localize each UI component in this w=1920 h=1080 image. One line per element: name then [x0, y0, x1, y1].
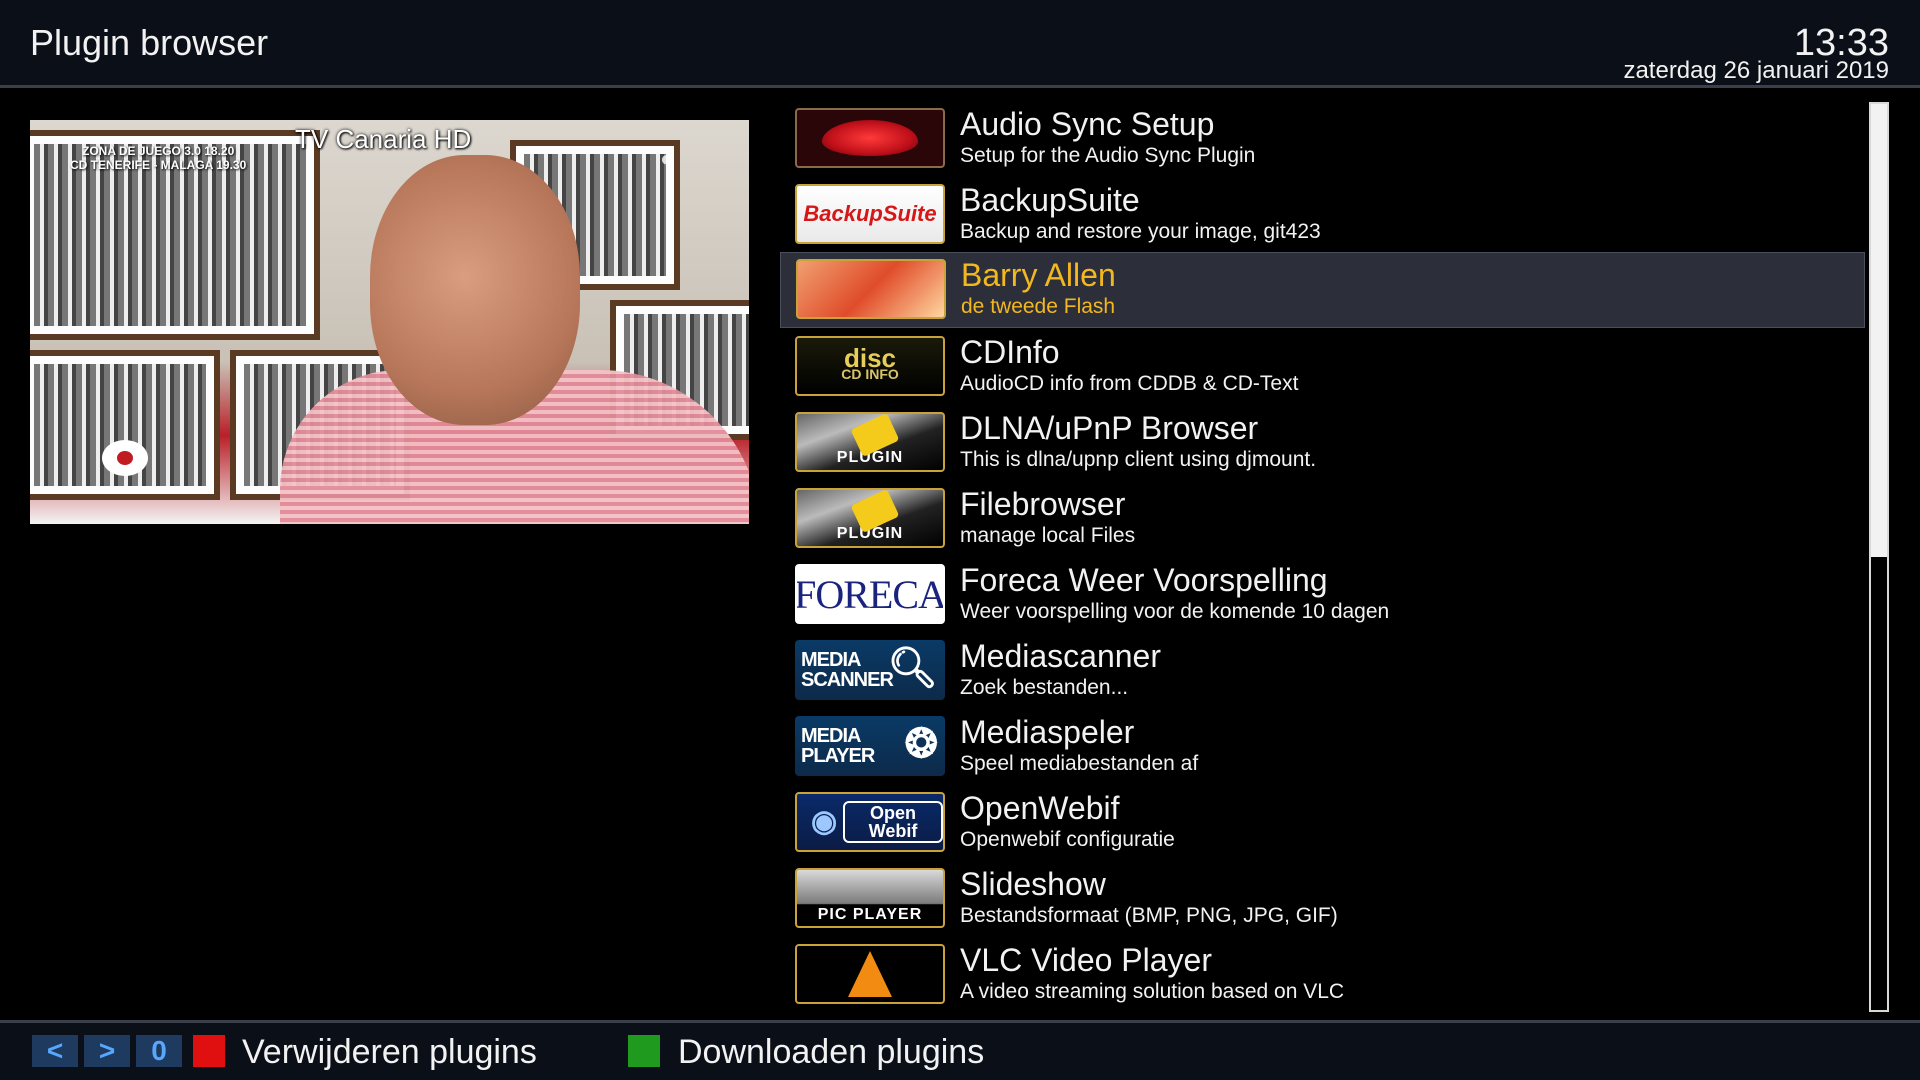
- overlay-line: CD TENERIFE - MALAGA 19.30: [70, 158, 247, 172]
- channel-name: TV Canaria HD: [295, 124, 472, 154]
- plugin-description: Bestandsformaat (BMP, PNG, JPG, GIF): [960, 904, 1338, 927]
- openwebif-icon: ◉ Open Webif: [795, 792, 945, 852]
- plugin-row-dlna[interactable]: PLUGIN DLNA/uPnP Browser This is dlna/up…: [780, 406, 1865, 482]
- vlc-cone-icon: [795, 944, 945, 1004]
- next-key-button[interactable]: >: [84, 1035, 130, 1067]
- plugin-row-openwebif[interactable]: ◉ Open Webif OpenWebif Openwebif configu…: [780, 786, 1865, 862]
- media-player-icon: MEDIA PLAYER ❂: [795, 716, 945, 776]
- cd-info-icon: disc CD INFO: [795, 336, 945, 396]
- plugin-icon: PLUGIN: [795, 488, 945, 548]
- plugin-name: CDInfo: [960, 334, 1060, 370]
- plugin-name: Foreca Weer Voorspelling: [960, 562, 1328, 598]
- wall-photo-frame: [30, 350, 220, 500]
- backupsuite-icon: BackupSuite: [795, 184, 945, 244]
- foreca-icon: FORECA: [795, 564, 945, 624]
- plugin-description: Weer voorspelling voor de komende 10 dag…: [960, 600, 1390, 623]
- tv-preview: ZONA DE JUEGO 3.0 18.20 CD TENERIFE - MA…: [30, 120, 749, 524]
- lips-icon: [795, 108, 945, 168]
- scrollbar[interactable]: [1869, 102, 1889, 1012]
- plugin-row-mediaspeler[interactable]: MEDIA PLAYER ❂ Mediaspeler Speel mediabe…: [780, 710, 1865, 786]
- plugin-description: AudioCD info from CDDB & CD-Text: [960, 372, 1299, 395]
- plugin-row-slideshow[interactable]: PIC PLAYER Slideshow Bestandsformaat (BM…: [780, 862, 1865, 938]
- plugin-name: Slideshow: [960, 866, 1106, 902]
- magnifier-icon: 🔍︎: [887, 646, 938, 690]
- scrollbar-thumb[interactable]: [1871, 104, 1887, 557]
- pic-player-text: PIC PLAYER: [817, 906, 923, 923]
- plugin-description: Backup and restore your image, git423: [960, 220, 1321, 243]
- plugin-icon: PLUGIN: [795, 412, 945, 472]
- plugin-description: Setup for the Audio Sync Plugin: [960, 144, 1256, 167]
- button-bar: < > 0 Verwijderen plugins Downloaden plu…: [0, 1020, 1920, 1080]
- plugin-row-filebrowser[interactable]: PLUGIN Filebrowser manage local Files: [780, 482, 1865, 558]
- green-key-label[interactable]: Downloaden plugins: [678, 1033, 984, 1072]
- cd-logo-text: disc: [843, 343, 897, 373]
- plugin-name: Mediaspeler: [960, 714, 1135, 750]
- plugin-name: Barry Allen: [961, 257, 1116, 293]
- presenter-image: [280, 140, 749, 524]
- plugin-row-vlc[interactable]: VLC Video Player A video streaming solut…: [780, 938, 1865, 1014]
- plugin-description: Openwebif configuratie: [960, 828, 1175, 851]
- pic-player-icon: PIC PLAYER: [795, 868, 945, 928]
- plugin-name: Audio Sync Setup: [960, 106, 1215, 142]
- film-reel-icon: ❂: [904, 722, 938, 766]
- plugin-name: Mediascanner: [960, 638, 1161, 674]
- plugin-name: DLNA/uPnP Browser: [960, 410, 1259, 446]
- date-label: zaterdag 26 januari 2019: [1623, 57, 1889, 84]
- plugin-row-cdinfo[interactable]: disc CD INFO CDInfo AudioCD info from CD…: [780, 330, 1865, 406]
- plugin-name: OpenWebif: [960, 790, 1120, 826]
- openwebif-icon-text: Open Webif: [843, 801, 943, 843]
- plugin-row-barry-allen[interactable]: Barry Allen de tweede Flash: [780, 252, 1865, 328]
- wifi-icon: ◉: [811, 805, 838, 838]
- media-player-text: MEDIA PLAYER: [801, 725, 875, 767]
- green-key-icon[interactable]: [628, 1035, 660, 1067]
- plugin-row-backupsuite[interactable]: BackupSuite BackupSuite Backup and resto…: [780, 178, 1865, 254]
- media-scanner-text: MEDIA SCANNER: [801, 649, 894, 691]
- plugin-name: VLC Video Player: [960, 942, 1212, 978]
- overlay-line: ZONA DE JUEGO 3.0 18.20: [81, 144, 235, 158]
- prev-key-button[interactable]: <: [32, 1035, 78, 1067]
- plugin-row-mediascanner[interactable]: MEDIA SCANNER 🔍︎ Mediascanner Zoek besta…: [780, 634, 1865, 710]
- page-title: Plugin browser: [30, 22, 269, 63]
- plugin-name: BackupSuite: [960, 182, 1140, 218]
- plugin-description: This is dlna/upnp client using djmount.: [960, 448, 1317, 471]
- tv-station-logo: [102, 440, 148, 476]
- red-key-label[interactable]: Verwijderen plugins: [242, 1033, 537, 1072]
- plugin-row-audio-sync[interactable]: Audio Sync Setup Setup for the Audio Syn…: [780, 102, 1865, 178]
- red-key-icon[interactable]: [193, 1035, 225, 1067]
- hd-badge-icon: ●: [660, 146, 674, 171]
- media-scanner-icon: MEDIA SCANNER 🔍︎: [795, 640, 945, 700]
- plugin-description: manage local Files: [960, 524, 1136, 547]
- flash-icon: [796, 259, 946, 319]
- plugin-name: Filebrowser: [960, 486, 1126, 522]
- plugin-description: A video streaming solution based on VLC: [960, 980, 1345, 1003]
- zero-key-button[interactable]: 0: [136, 1035, 182, 1067]
- cd-info-text: CD INFO: [841, 366, 899, 382]
- program-overlay: ZONA DE JUEGO 3.0 18.20 CD TENERIFE - MA…: [70, 144, 246, 172]
- plugin-row-foreca[interactable]: FORECA Foreca Weer Voorspelling Weer voo…: [780, 558, 1865, 634]
- plugin-description: Speel mediabestanden af: [960, 752, 1199, 775]
- plugin-description: de tweede Flash: [961, 295, 1116, 318]
- title-bar: Plugin browser 13:33 zaterdag 26 januari…: [0, 0, 1920, 88]
- plugin-description: Zoek bestanden...: [960, 676, 1129, 699]
